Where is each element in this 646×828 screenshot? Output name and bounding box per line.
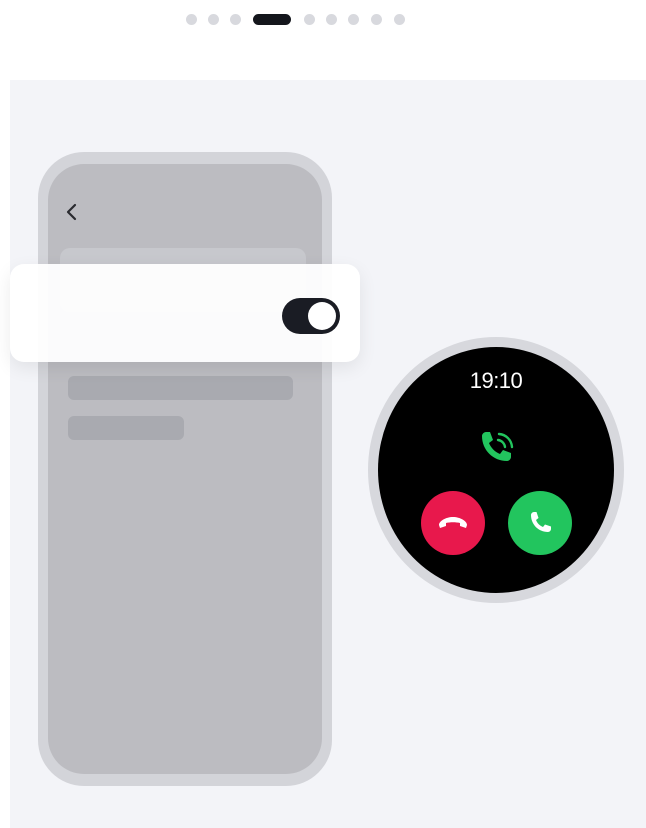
chevron-left-icon (66, 203, 77, 221)
page-dot-3[interactable] (230, 14, 241, 25)
page-dot-1[interactable] (186, 14, 197, 25)
setting-toggle[interactable] (282, 298, 340, 334)
page-dot-6[interactable] (326, 14, 337, 25)
phone-icon (531, 512, 551, 532)
decline-call-button[interactable] (421, 491, 485, 555)
page-dot-9[interactable] (394, 14, 405, 25)
page-dot-2[interactable] (208, 14, 219, 25)
page-dot-4-active[interactable] (253, 14, 291, 25)
toggle-knob (308, 302, 336, 330)
incoming-call-icon (482, 432, 514, 461)
page-indicator (0, 12, 646, 28)
page-dot-7[interactable] (348, 14, 359, 25)
placeholder-line (68, 376, 293, 400)
accept-call-button[interactable] (508, 491, 572, 555)
watch-time: 19:10 (469, 368, 523, 393)
placeholder-line-short (68, 416, 184, 440)
phone-hangup-icon (439, 517, 467, 528)
page-dot-8[interactable] (371, 14, 382, 25)
page-dot-5[interactable] (304, 14, 315, 25)
